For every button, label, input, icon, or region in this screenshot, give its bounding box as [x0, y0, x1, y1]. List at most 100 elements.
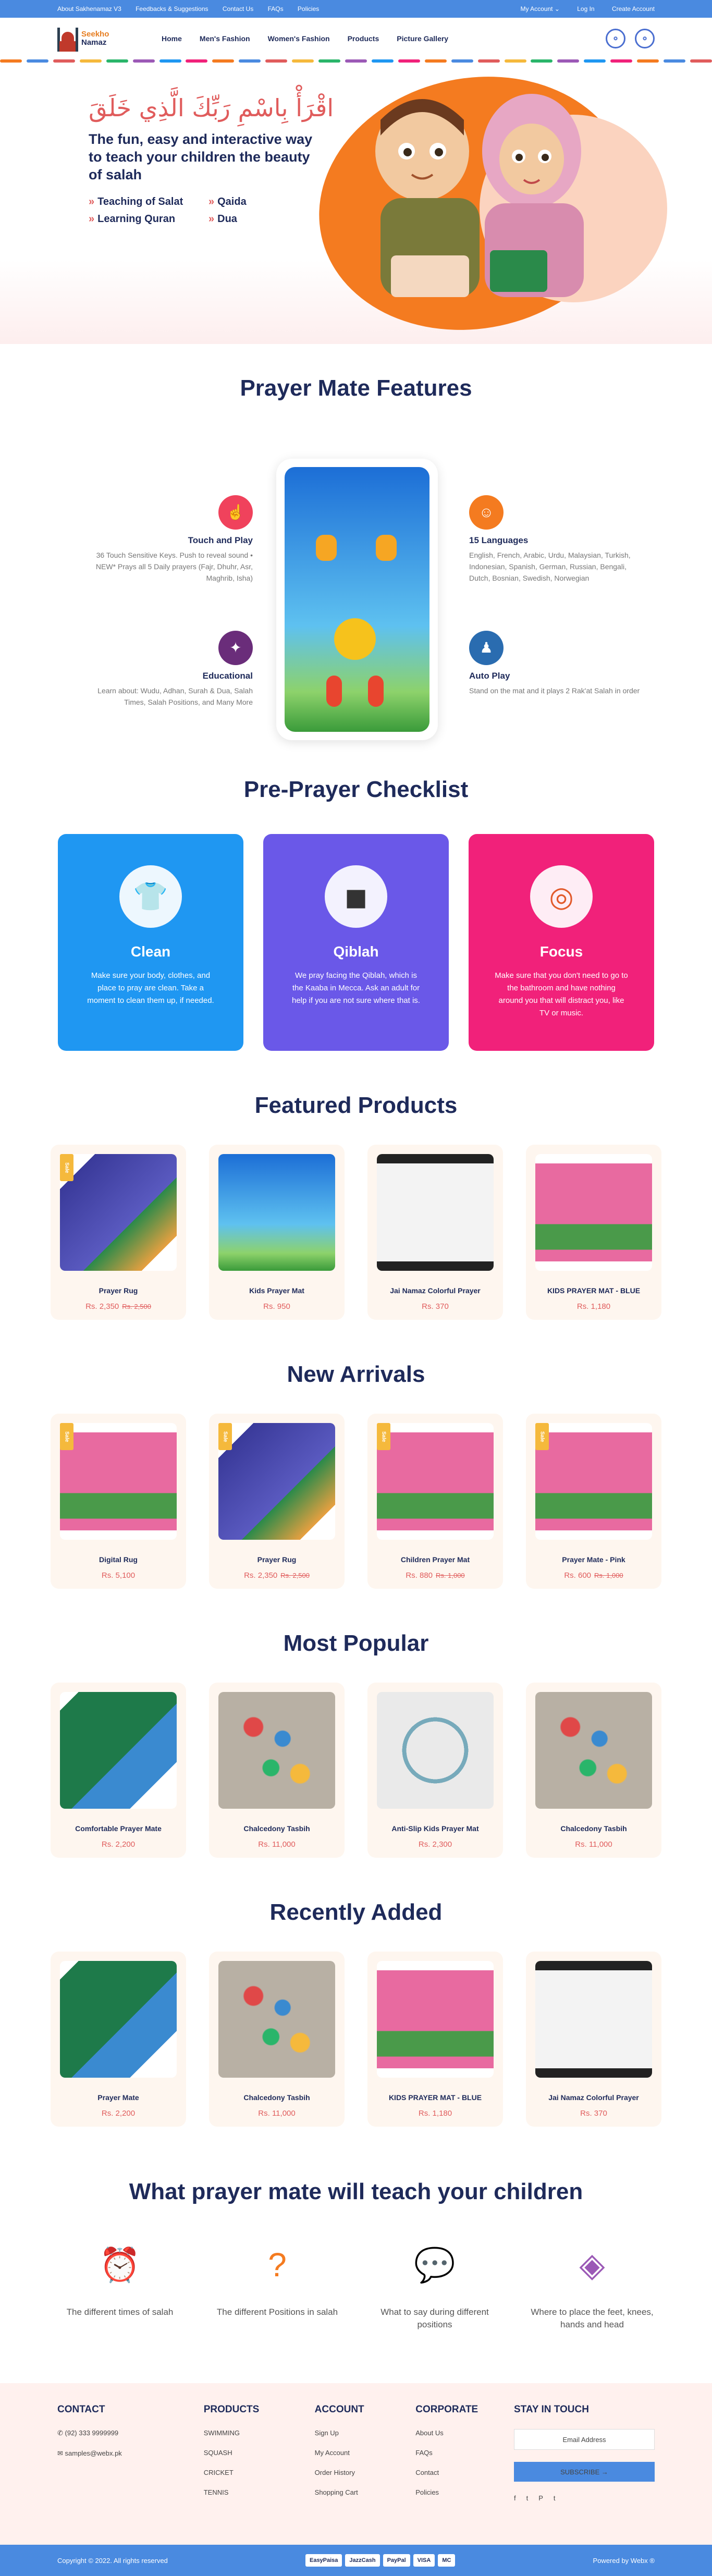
product-image[interactable] [377, 1961, 494, 2078]
product-card[interactable]: Sale Children Prayer Mat Rs. 880 Rs. 1,000 [367, 1414, 503, 1589]
nav-products[interactable]: Products [348, 34, 379, 43]
feature-desc: English, French, Arabic, Urdu, Malaysian… [469, 551, 631, 582]
email-input[interactable]: Email Address [514, 2429, 655, 2450]
twitter-icon[interactable]: t [526, 2494, 529, 2502]
product-name[interactable]: Kids Prayer Mat [218, 1286, 335, 1295]
product-name[interactable]: Chalcedony Tasbih [535, 1824, 652, 1833]
product-card[interactable]: Chalcedony Tasbih Rs. 11,000 [209, 1952, 345, 2127]
phone-text: (92) 333 9999999 [65, 2429, 119, 2437]
footer-link[interactable]: SWIMMING [204, 2429, 315, 2437]
nav-home[interactable]: Home [162, 34, 182, 43]
login-link[interactable]: Log In [577, 5, 594, 13]
footer-link[interactable]: SQUASH [204, 2449, 315, 2457]
footer-link[interactable]: TENNIS [204, 2488, 315, 2496]
product-card[interactable]: Sale Prayer Mate - Pink Rs. 600 Rs. 1,000 [526, 1414, 661, 1589]
footer-link[interactable]: CRICKET [204, 2469, 315, 2476]
current-price: Rs. 950 [263, 1302, 290, 1311]
footer-link[interactable]: About Us [415, 2429, 514, 2437]
topbar-link-about[interactable]: About Sakhenamaz V3 [57, 5, 121, 13]
product-image[interactable] [60, 1423, 177, 1540]
product-name[interactable]: Comfortable Prayer Mate [60, 1824, 177, 1833]
product-card[interactable]: Anti-Slip Kids Prayer Mat Rs. 2,300 [367, 1683, 503, 1858]
product-card[interactable]: KIDS PRAYER MAT - BLUE Rs. 1,180 [367, 1952, 503, 2127]
product-image[interactable] [218, 1961, 335, 2078]
topbar-link-faqs[interactable]: FAQs [268, 5, 284, 13]
product-name[interactable]: Jai Namaz Colorful Prayer [377, 1286, 494, 1295]
footer-link[interactable]: Contact [415, 2469, 514, 2476]
product-name[interactable]: Jai Namaz Colorful Prayer [535, 2093, 652, 2102]
checklist-card-qiblah: ◼ Qiblah We pray facing the Qiblah, whic… [263, 834, 449, 1051]
tumblr-icon[interactable]: t [554, 2494, 556, 2502]
subscribe-button[interactable]: SUBSCRIBE → [514, 2462, 655, 2482]
product-image[interactable] [218, 1154, 335, 1271]
product-card[interactable]: Chalcedony Tasbih Rs. 11,000 [209, 1683, 345, 1858]
product-card[interactable]: Kids Prayer Mat Rs. 950 [209, 1145, 345, 1320]
product-name[interactable]: Anti-Slip Kids Prayer Mat [377, 1824, 494, 1833]
footer-link[interactable]: FAQs [415, 2449, 514, 2457]
product-image[interactable] [60, 1961, 177, 2078]
product-price: Rs. 11,000 [218, 2109, 335, 2118]
facebook-icon[interactable]: f [514, 2494, 516, 2502]
nav-picture-gallery[interactable]: Picture Gallery [397, 34, 448, 43]
product-image[interactable] [60, 1692, 177, 1809]
product-name[interactable]: KIDS PRAYER MAT - BLUE [535, 1286, 652, 1295]
product-name[interactable]: Prayer Rug [60, 1286, 177, 1295]
product-card[interactable]: Sale Digital Rug Rs. 5,100 [51, 1414, 186, 1589]
product-name[interactable]: Prayer Rug [218, 1555, 335, 1564]
product-card[interactable]: Prayer Mate Rs. 2,200 [51, 1952, 186, 2127]
pinterest-icon[interactable]: P [538, 2494, 543, 2502]
product-card[interactable]: Chalcedony Tasbih Rs. 11,000 [526, 1683, 661, 1858]
feature-desc: Learn about: Wudu, Adhan, Surah & Dua, S… [97, 686, 253, 706]
product-image[interactable] [377, 1423, 494, 1540]
topbar-link-feedback[interactable]: Feedbacks & Suggestions [136, 5, 208, 13]
product-image[interactable] [218, 1423, 335, 1540]
hero-banner: اقْرَأْ بِاسْمِ رَبِّكَ الَّذِي خَلَقَ T… [0, 63, 712, 344]
site-logo[interactable]: Seekho Namaz [57, 26, 151, 52]
product-price: Rs. 11,000 [535, 1840, 652, 1849]
footer-link[interactable]: Order History [315, 2469, 416, 2476]
nav-womens-fashion[interactable]: Women's Fashion [268, 34, 330, 43]
product-name[interactable]: KIDS PRAYER MAT - BLUE [377, 2093, 494, 2102]
topbar-link-policies[interactable]: Policies [298, 5, 319, 13]
product-card[interactable]: Comfortable Prayer Mate Rs. 2,200 [51, 1683, 186, 1858]
product-image[interactable] [377, 1692, 494, 1809]
card-desc: Make sure your body, clothes, and place … [87, 971, 214, 1005]
product-image[interactable] [218, 1692, 335, 1809]
product-card[interactable]: Jai Namaz Colorful Prayer Rs. 370 [367, 1145, 503, 1320]
product-card[interactable]: KIDS PRAYER MAT - BLUE Rs. 1,180 [526, 1145, 661, 1320]
product-price: Rs. 600 Rs. 1,000 [535, 1571, 652, 1580]
product-card[interactable]: Sale Prayer Rug Rs. 2,350 Rs. 2,500 [209, 1414, 345, 1589]
product-image[interactable] [377, 1154, 494, 1271]
product-image[interactable] [535, 1423, 652, 1540]
footer-email[interactable]: ✉ samples@webx.pk [57, 2449, 204, 2458]
product-image[interactable] [535, 1961, 652, 2078]
footer-link[interactable]: My Account [315, 2449, 416, 2457]
footer-link[interactable]: Shopping Cart [315, 2488, 416, 2496]
product-card[interactable]: Sale Prayer Rug Rs. 2,350 Rs. 2,500 [51, 1145, 186, 1320]
product-name[interactable]: Prayer Mate [60, 2093, 177, 2102]
create-account-link[interactable]: Create Account [612, 5, 655, 13]
product-name[interactable]: Prayer Mate - Pink [535, 1555, 652, 1564]
product-image[interactable] [535, 1692, 652, 1809]
product-name[interactable]: Chalcedony Tasbih [218, 1824, 335, 1833]
product-card[interactable]: Jai Namaz Colorful Prayer Rs. 370 [526, 1952, 661, 2127]
feature-title: Touch and Play [188, 535, 253, 545]
footer-link[interactable]: Policies [415, 2488, 514, 2496]
card-title: Clean [130, 943, 171, 960]
nav-mens-fashion[interactable]: Men's Fashion [200, 34, 250, 43]
payment-logo: MC [438, 2554, 456, 2567]
product-name[interactable]: Digital Rug [60, 1555, 177, 1564]
topbar-link-contact[interactable]: Contact Us [223, 5, 253, 13]
product-image[interactable] [60, 1154, 177, 1271]
footer-link[interactable]: Sign Up [315, 2429, 416, 2437]
product-name[interactable]: Chalcedony Tasbih [218, 2093, 335, 2102]
my-account-dropdown[interactable]: My Account ⌄ [520, 5, 559, 13]
hero-headline: The fun, easy and interactive way to tea… [89, 131, 313, 182]
current-price: Rs. 11,000 [258, 1840, 296, 1849]
current-price: Rs. 2,350 [85, 1302, 119, 1311]
feature-auto-play: ♟ Auto Play Stand on the mat and it play… [469, 631, 641, 696]
email-text: samples@webx.pk [65, 2449, 122, 2457]
product-image[interactable] [535, 1154, 652, 1271]
product-name[interactable]: Children Prayer Mat [377, 1555, 494, 1564]
checklist-card-focus: ◎ Focus Make sure that you don't need to… [469, 834, 654, 1051]
